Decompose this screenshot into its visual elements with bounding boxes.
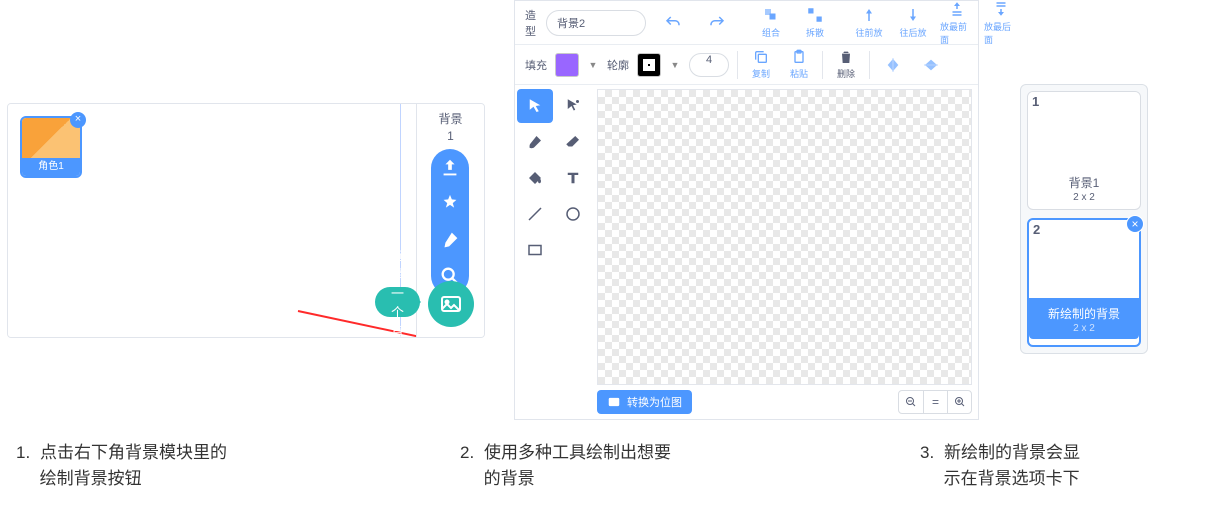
select-tool[interactable] (517, 89, 553, 123)
forward-button[interactable]: 往前放 (852, 6, 886, 39)
backdrop-index: 1 (1032, 94, 1039, 118)
stage-sprite-panel: 角色1 × 背景 1 选择一个背景 (7, 103, 485, 338)
eraser-tool[interactable] (555, 125, 591, 159)
flip-vertical-button[interactable] (916, 57, 946, 73)
divider (869, 51, 870, 79)
zoom-in-button[interactable] (947, 391, 971, 413)
backdrop-card-selected[interactable]: 2 × 新绘制的背景 2 x 2 (1027, 218, 1141, 347)
paint-icon[interactable] (439, 229, 461, 251)
close-icon[interactable]: × (70, 112, 86, 128)
editor-bottom-bar: 转换为位图 = (597, 389, 972, 415)
copy-button[interactable]: 复制 (746, 49, 776, 80)
caption-2: 2.使用多种工具绘制出想要 的背景 (460, 440, 671, 493)
text-tool[interactable] (555, 161, 591, 195)
delete-button[interactable]: 删除 (831, 49, 861, 80)
zoom-reset-button[interactable]: = (923, 391, 947, 413)
backdrop-header: 背景 (417, 110, 484, 127)
backdrop-name: 新绘制的背景 (1029, 305, 1139, 322)
convert-bitmap-button[interactable]: 转换为位图 (597, 390, 692, 414)
backdrop-side: 背景 1 选择一个背景 (416, 104, 484, 337)
caption-1: 1.点击右下角背景模块里的 绘制背景按钮 (16, 440, 227, 493)
zoom-controls: = (898, 390, 972, 414)
circle-tool[interactable] (555, 197, 591, 231)
editor-toolbar-top: 造型 组合 拆散 往前放 往后放 放最前面 放最后面 (515, 1, 978, 45)
sprite-area: 角色1 × (8, 104, 416, 337)
divider (737, 51, 738, 79)
undo-button[interactable] (656, 14, 690, 32)
flip-horizontal-button[interactable] (878, 57, 908, 73)
sprite-card[interactable]: 角色1 × (20, 116, 82, 178)
backdrop-index: 2 (1033, 222, 1040, 246)
upload-icon[interactable] (439, 157, 461, 179)
backdrop-card[interactable]: 1 背景1 2 x 2 (1027, 91, 1141, 210)
tool-palette (515, 85, 595, 387)
drawing-canvas[interactable] (597, 89, 972, 385)
group-button[interactable]: 组合 (754, 6, 788, 39)
backdrop-add-menu (431, 149, 469, 295)
outline-label: 轮廓 (607, 57, 629, 73)
close-icon[interactable]: × (1126, 215, 1144, 233)
divider (822, 51, 823, 79)
backdrop-size: 2 x 2 (1073, 192, 1095, 203)
back-button[interactable]: 放最后面 (984, 0, 1018, 46)
backdrop-preview (1029, 220, 1139, 298)
backdrop-preview (1028, 92, 1140, 170)
choose-backdrop-tooltip: 选择一个背景 (375, 287, 420, 317)
add-backdrop-button[interactable] (428, 281, 474, 327)
backdrop-list-panel: 1 背景1 2 x 2 2 × 新绘制的背景 2 x 2 (1020, 84, 1148, 354)
backdrop-size: 2 x 2 (1029, 323, 1139, 334)
chevron-down-icon[interactable]: ▼ (669, 60, 681, 70)
fill-tool[interactable] (517, 161, 553, 195)
fill-color-swatch[interactable] (555, 53, 579, 77)
surprise-icon[interactable] (439, 193, 461, 215)
chevron-down-icon[interactable]: ▼ (587, 60, 599, 70)
reshape-tool[interactable] (555, 89, 591, 123)
outline-width-input[interactable]: 4 (689, 53, 729, 77)
outline-color-swatch[interactable] (637, 53, 661, 77)
fill-label: 填充 (525, 57, 547, 73)
brush-tool[interactable] (517, 125, 553, 159)
backdrop-name: 背景1 (1069, 174, 1100, 191)
sprite-name-label: 角色1 (22, 158, 80, 176)
caption-3: 3.新绘制的背景会显 示在背景选项卡下 (920, 440, 1080, 493)
ungroup-button[interactable]: 拆散 (798, 6, 832, 39)
zoom-out-button[interactable] (899, 391, 923, 413)
editor-toolbar-fill: 填充 ▼ 轮廓 ▼ 4 复制 粘贴 删除 (515, 45, 978, 85)
backward-button[interactable]: 往后放 (896, 6, 930, 39)
paste-button[interactable]: 粘贴 (784, 49, 814, 80)
front-button[interactable]: 放最前面 (940, 0, 974, 46)
backdrop-count: 1 (417, 129, 484, 143)
costume-editor: 造型 组合 拆散 往前放 往后放 放最前面 放最后面 填充 ▼ 轮廓 ▼ 4 复… (514, 0, 979, 420)
costume-field-label: 造型 (525, 7, 536, 39)
redo-button[interactable] (700, 14, 734, 32)
costume-name-input[interactable] (546, 10, 646, 36)
rect-tool[interactable] (517, 233, 553, 267)
line-tool[interactable] (517, 197, 553, 231)
